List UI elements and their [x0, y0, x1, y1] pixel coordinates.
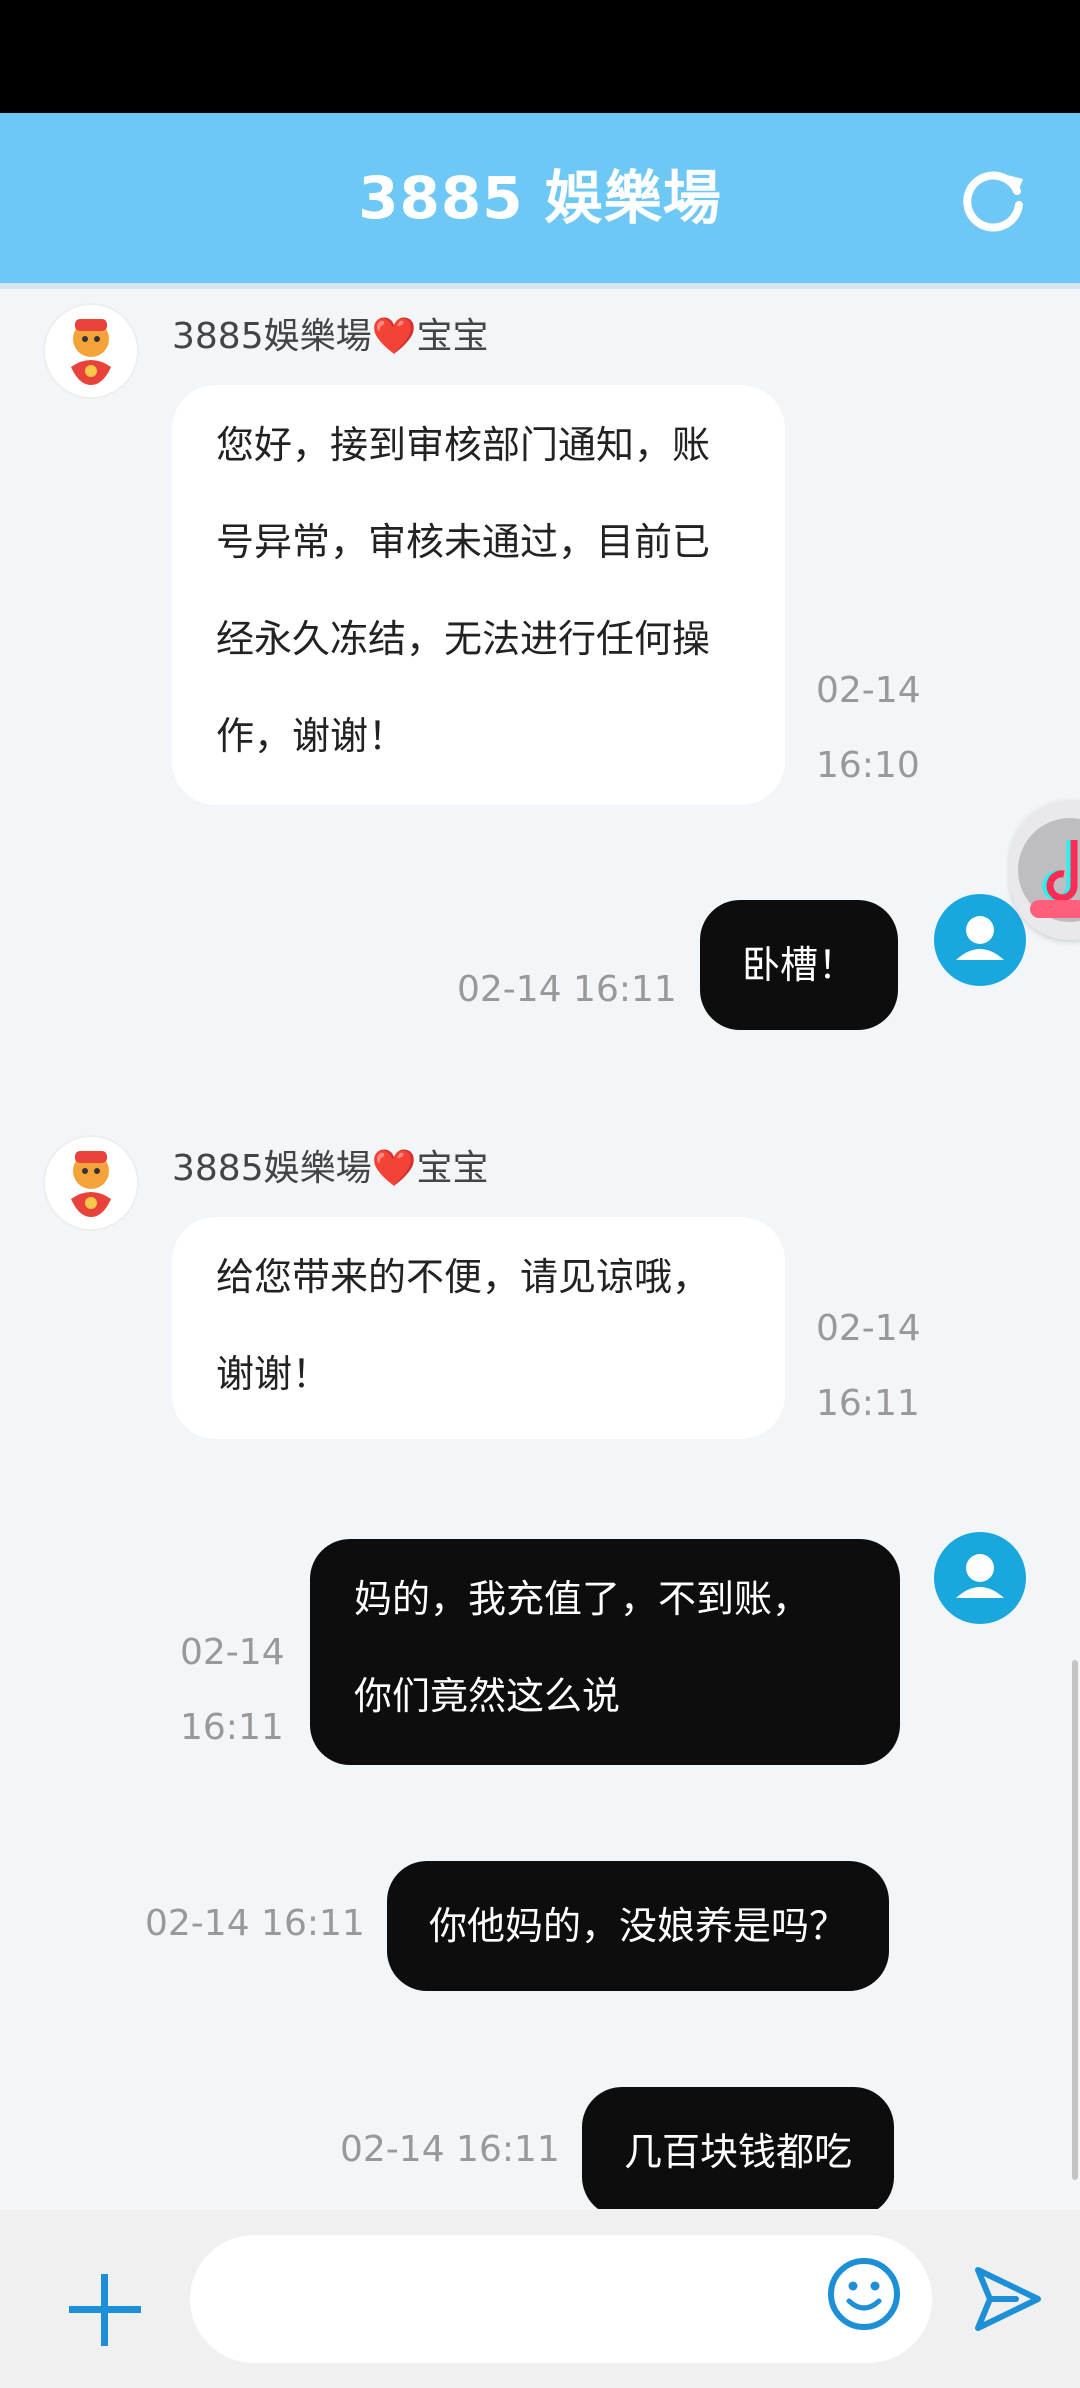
message-timestamp: 02-14 16:11 [340, 2129, 560, 2170]
message-text: 卧槽！ [742, 943, 857, 987]
message-timestamp: 02-14 16:11 [457, 969, 677, 1010]
person-icon [956, 1554, 1004, 1598]
message-timestamp: 02-14 16:11 [180, 1632, 285, 1748]
message-line: 妈的，我充值了，不到账， [354, 1577, 811, 1621]
outgoing-message-bubble: 几百块钱都吃 [582, 2087, 895, 2209]
message-text: 几百块钱都吃 [624, 2130, 853, 2174]
incoming-message-bubble: 给您带来的不便，请见谅哦， 谢谢！ [172, 1217, 785, 1439]
agent-avatar [45, 1137, 137, 1229]
message-timestamp: 02-14 16:11 [145, 1903, 365, 1944]
outgoing-message-bubble: 你他妈的，没娘养是吗？ [387, 1861, 890, 1991]
floating-tiktok-badge[interactable] [1010, 800, 1080, 940]
status-bar [0, 0, 1080, 113]
sender-name: 3885娛樂場❤️宝宝 [172, 1148, 489, 1189]
message-timestamp: 02-14 16:10 [816, 670, 921, 786]
message-text: 你他妈的，没娘养是吗？ [429, 1904, 848, 1948]
plus-icon[interactable] [65, 2270, 145, 2350]
outgoing-message-bubble: 卧槽！ [700, 900, 899, 1030]
refresh-icon[interactable] [955, 161, 1035, 241]
message-line: 你们竟然这么说 [354, 1674, 621, 1718]
heart-icon: ❤️ [371, 1148, 417, 1189]
sender-name: 3885娛樂場❤️宝宝 [172, 316, 489, 357]
emoji-icon[interactable] [825, 2255, 903, 2333]
message-line: 谢谢！ [216, 1352, 331, 1396]
message-input[interactable] [190, 2235, 932, 2363]
message-line: 给您带来的不便，请见谅哦， [216, 1255, 711, 1299]
header-bar: 3885 娛樂場 [0, 113, 1080, 289]
send-icon[interactable] [968, 2260, 1046, 2338]
outgoing-message-bubble: 妈的，我充值了，不到账， 你们竟然这么说 [310, 1539, 900, 1765]
message-line: 号异常，审核未通过，目前已 [216, 520, 711, 564]
chat-list[interactable]: 3885娛樂場❤️宝宝 您好，接到审核部门通知，账 号异常，审核未通过，目前已 … [0, 289, 1080, 2209]
agent-avatar [45, 305, 137, 397]
heart-icon: ❤️ [371, 316, 417, 357]
input-bar [0, 2210, 1080, 2388]
scrollbar[interactable] [1072, 1660, 1078, 2180]
lion-dance-icon [47, 1139, 135, 1227]
page-title: 3885 娛樂場 [358, 164, 722, 232]
user-avatar [934, 1532, 1026, 1624]
message-line: 作，谢谢！ [216, 714, 407, 758]
tiktok-icon [1018, 818, 1080, 922]
message-line: 您好，接到审核部门通知，账 [216, 423, 711, 467]
incoming-message-bubble: 您好，接到审核部门通知，账 号异常，审核未通过，目前已 经永久冻结，无法进行任何… [172, 385, 785, 805]
lion-dance-icon [47, 307, 135, 395]
message-timestamp: 02-14 16:11 [816, 1308, 921, 1424]
message-line: 经永久冻结，无法进行任何操 [216, 617, 711, 661]
